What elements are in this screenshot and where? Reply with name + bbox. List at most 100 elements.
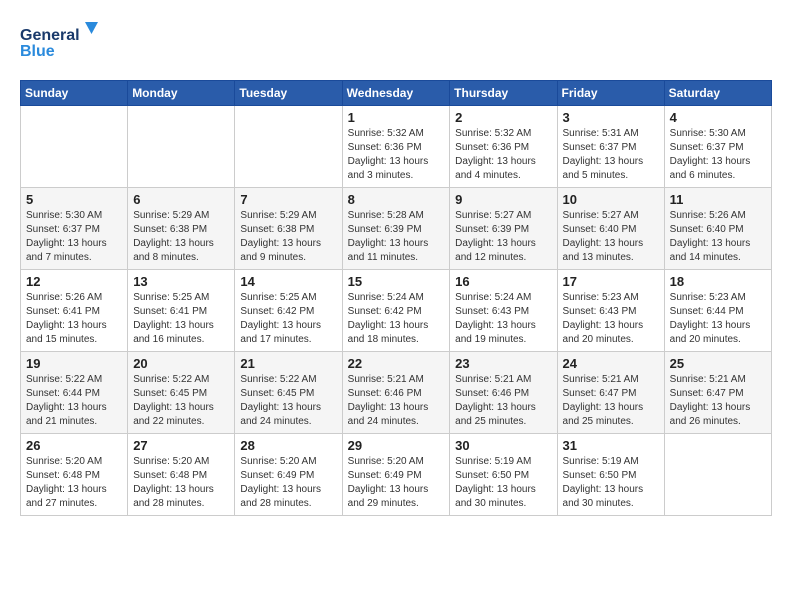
- calendar-cell: 12 Sunrise: 5:26 AMSunset: 6:41 PMDayligh…: [21, 270, 128, 352]
- calendar-cell: 30 Sunrise: 5:19 AMSunset: 6:50 PMDayligh…: [450, 434, 557, 516]
- calendar-week-4: 19 Sunrise: 5:22 AMSunset: 6:44 PMDayligh…: [21, 352, 772, 434]
- day-info: Sunrise: 5:32 AMSunset: 6:36 PMDaylight:…: [348, 127, 445, 183]
- calendar-week-1: 1 Sunrise: 5:32 AMSunset: 6:36 PMDaylight…: [21, 106, 772, 188]
- calendar-cell: [128, 106, 235, 188]
- day-info: Sunrise: 5:26 AMSunset: 6:40 PMDaylight:…: [670, 209, 766, 265]
- calendar-cell: 10 Sunrise: 5:27 AMSunset: 6:40 PMDayligh…: [557, 188, 664, 270]
- calendar-cell: 7 Sunrise: 5:29 AMSunset: 6:38 PMDaylight…: [235, 188, 342, 270]
- calendar-cell: 1 Sunrise: 5:32 AMSunset: 6:36 PMDaylight…: [342, 106, 450, 188]
- day-header-sunday: Sunday: [21, 81, 128, 106]
- day-header-thursday: Thursday: [450, 81, 557, 106]
- calendar-week-3: 12 Sunrise: 5:26 AMSunset: 6:41 PMDayligh…: [21, 270, 772, 352]
- day-number: 30: [455, 438, 551, 453]
- day-number: 12: [26, 274, 122, 289]
- calendar-cell: [235, 106, 342, 188]
- day-info: Sunrise: 5:19 AMSunset: 6:50 PMDaylight:…: [563, 455, 659, 511]
- calendar-cell: 11 Sunrise: 5:26 AMSunset: 6:40 PMDayligh…: [664, 188, 771, 270]
- calendar-cell: 31 Sunrise: 5:19 AMSunset: 6:50 PMDayligh…: [557, 434, 664, 516]
- calendar-cell: 16Sunrise: 5:24 AMSunset: 6:43 PMDayligh…: [450, 270, 557, 352]
- day-info: Sunrise: 5:30 AMSunset: 6:37 PMDaylight:…: [26, 209, 122, 265]
- day-number: 24: [563, 356, 659, 371]
- day-info: Sunrise: 5:25 AMSunset: 6:41 PMDaylight:…: [133, 291, 229, 347]
- day-number: 7: [240, 192, 336, 207]
- day-number: 25: [670, 356, 766, 371]
- day-number: 17: [563, 274, 659, 289]
- calendar-cell: 25 Sunrise: 5:21 AMSunset: 6:47 PMDayligh…: [664, 352, 771, 434]
- day-number: 15: [348, 274, 445, 289]
- calendar-cell: [21, 106, 128, 188]
- day-number: 19: [26, 356, 122, 371]
- day-number: 10: [563, 192, 659, 207]
- day-number: 5: [26, 192, 122, 207]
- day-info: Sunrise: 5:26 AMSunset: 6:41 PMDaylight:…: [26, 291, 122, 347]
- calendar-cell: 28 Sunrise: 5:20 AMSunset: 6:49 PMDayligh…: [235, 434, 342, 516]
- calendar-cell: 19 Sunrise: 5:22 AMSunset: 6:44 PMDayligh…: [21, 352, 128, 434]
- logo: GeneralBlue: [20, 20, 100, 64]
- page-header: GeneralBlue: [20, 20, 772, 64]
- day-number: 8: [348, 192, 445, 207]
- calendar-cell: 17 Sunrise: 5:23 AMSunset: 6:43 PMDayligh…: [557, 270, 664, 352]
- day-info: Sunrise: 5:24 AMSunset: 6:43 PMDaylight:…: [455, 291, 551, 347]
- day-info: Sunrise: 5:20 AMSunset: 6:49 PMDaylight:…: [240, 455, 336, 511]
- day-number: 1: [348, 110, 445, 125]
- day-number: 22: [348, 356, 445, 371]
- day-number: 3: [563, 110, 659, 125]
- day-info: Sunrise: 5:29 AMSunset: 6:38 PMDaylight:…: [240, 209, 336, 265]
- day-info: Sunrise: 5:21 AMSunset: 6:46 PMDaylight:…: [348, 373, 445, 429]
- day-header-monday: Monday: [128, 81, 235, 106]
- calendar-week-5: 26 Sunrise: 5:20 AMSunset: 6:48 PMDayligh…: [21, 434, 772, 516]
- calendar-cell: 2 Sunrise: 5:32 AMSunset: 6:36 PMDaylight…: [450, 106, 557, 188]
- calendar-week-2: 5 Sunrise: 5:30 AMSunset: 6:37 PMDaylight…: [21, 188, 772, 270]
- calendar-cell: 5 Sunrise: 5:30 AMSunset: 6:37 PMDaylight…: [21, 188, 128, 270]
- day-number: 23: [455, 356, 551, 371]
- calendar-cell: 9 Sunrise: 5:27 AMSunset: 6:39 PMDaylight…: [450, 188, 557, 270]
- day-number: 28: [240, 438, 336, 453]
- day-info: Sunrise: 5:21 AMSunset: 6:47 PMDaylight:…: [670, 373, 766, 429]
- day-number: 31: [563, 438, 659, 453]
- day-number: 14: [240, 274, 336, 289]
- day-info: Sunrise: 5:21 AMSunset: 6:47 PMDaylight:…: [563, 373, 659, 429]
- day-number: 18: [670, 274, 766, 289]
- day-info: Sunrise: 5:23 AMSunset: 6:43 PMDaylight:…: [563, 291, 659, 347]
- day-info: Sunrise: 5:29 AMSunset: 6:38 PMDaylight:…: [133, 209, 229, 265]
- calendar-table: SundayMondayTuesdayWednesdayThursdayFrid…: [20, 80, 772, 516]
- day-number: 13: [133, 274, 229, 289]
- day-info: Sunrise: 5:32 AMSunset: 6:36 PMDaylight:…: [455, 127, 551, 183]
- day-info: Sunrise: 5:27 AMSunset: 6:40 PMDaylight:…: [563, 209, 659, 265]
- day-info: Sunrise: 5:20 AMSunset: 6:48 PMDaylight:…: [26, 455, 122, 511]
- calendar-cell: 8Sunrise: 5:28 AMSunset: 6:39 PMDaylight…: [342, 188, 450, 270]
- day-info: Sunrise: 5:25 AMSunset: 6:42 PMDaylight:…: [240, 291, 336, 347]
- calendar-cell: 23 Sunrise: 5:21 AMSunset: 6:46 PMDayligh…: [450, 352, 557, 434]
- calendar-cell: 4Sunrise: 5:30 AMSunset: 6:37 PMDaylight…: [664, 106, 771, 188]
- day-info: Sunrise: 5:22 AMSunset: 6:44 PMDaylight:…: [26, 373, 122, 429]
- day-info: Sunrise: 5:31 AMSunset: 6:37 PMDaylight:…: [563, 127, 659, 183]
- calendar-cell: 20Sunrise: 5:22 AMSunset: 6:45 PMDayligh…: [128, 352, 235, 434]
- svg-text:Blue: Blue: [20, 43, 55, 60]
- day-number: 11: [670, 192, 766, 207]
- calendar-cell: [664, 434, 771, 516]
- day-number: 9: [455, 192, 551, 207]
- calendar-cell: 15Sunrise: 5:24 AMSunset: 6:42 PMDayligh…: [342, 270, 450, 352]
- day-number: 26: [26, 438, 122, 453]
- day-header-friday: Friday: [557, 81, 664, 106]
- day-info: Sunrise: 5:22 AMSunset: 6:45 PMDaylight:…: [240, 373, 336, 429]
- day-number: 21: [240, 356, 336, 371]
- calendar-cell: 18 Sunrise: 5:23 AMSunset: 6:44 PMDayligh…: [664, 270, 771, 352]
- calendar-cell: 3 Sunrise: 5:31 AMSunset: 6:37 PMDaylight…: [557, 106, 664, 188]
- day-info: Sunrise: 5:21 AMSunset: 6:46 PMDaylight:…: [455, 373, 551, 429]
- calendar-cell: 13 Sunrise: 5:25 AMSunset: 6:41 PMDayligh…: [128, 270, 235, 352]
- day-number: 2: [455, 110, 551, 125]
- svg-text:General: General: [20, 27, 80, 44]
- calendar-cell: 29Sunrise: 5:20 AMSunset: 6:49 PMDayligh…: [342, 434, 450, 516]
- day-info: Sunrise: 5:20 AMSunset: 6:48 PMDaylight:…: [133, 455, 229, 511]
- day-header-saturday: Saturday: [664, 81, 771, 106]
- day-info: Sunrise: 5:20 AMSunset: 6:49 PMDaylight:…: [348, 455, 445, 511]
- day-number: 4: [670, 110, 766, 125]
- calendar-cell: 14 Sunrise: 5:25 AMSunset: 6:42 PMDayligh…: [235, 270, 342, 352]
- calendar-cell: 26 Sunrise: 5:20 AMSunset: 6:48 PMDayligh…: [21, 434, 128, 516]
- calendar-cell: 21 Sunrise: 5:22 AMSunset: 6:45 PMDayligh…: [235, 352, 342, 434]
- day-info: Sunrise: 5:22 AMSunset: 6:45 PMDaylight:…: [133, 373, 229, 429]
- day-info: Sunrise: 5:19 AMSunset: 6:50 PMDaylight:…: [455, 455, 551, 511]
- day-info: Sunrise: 5:23 AMSunset: 6:44 PMDaylight:…: [670, 291, 766, 347]
- day-info: Sunrise: 5:27 AMSunset: 6:39 PMDaylight:…: [455, 209, 551, 265]
